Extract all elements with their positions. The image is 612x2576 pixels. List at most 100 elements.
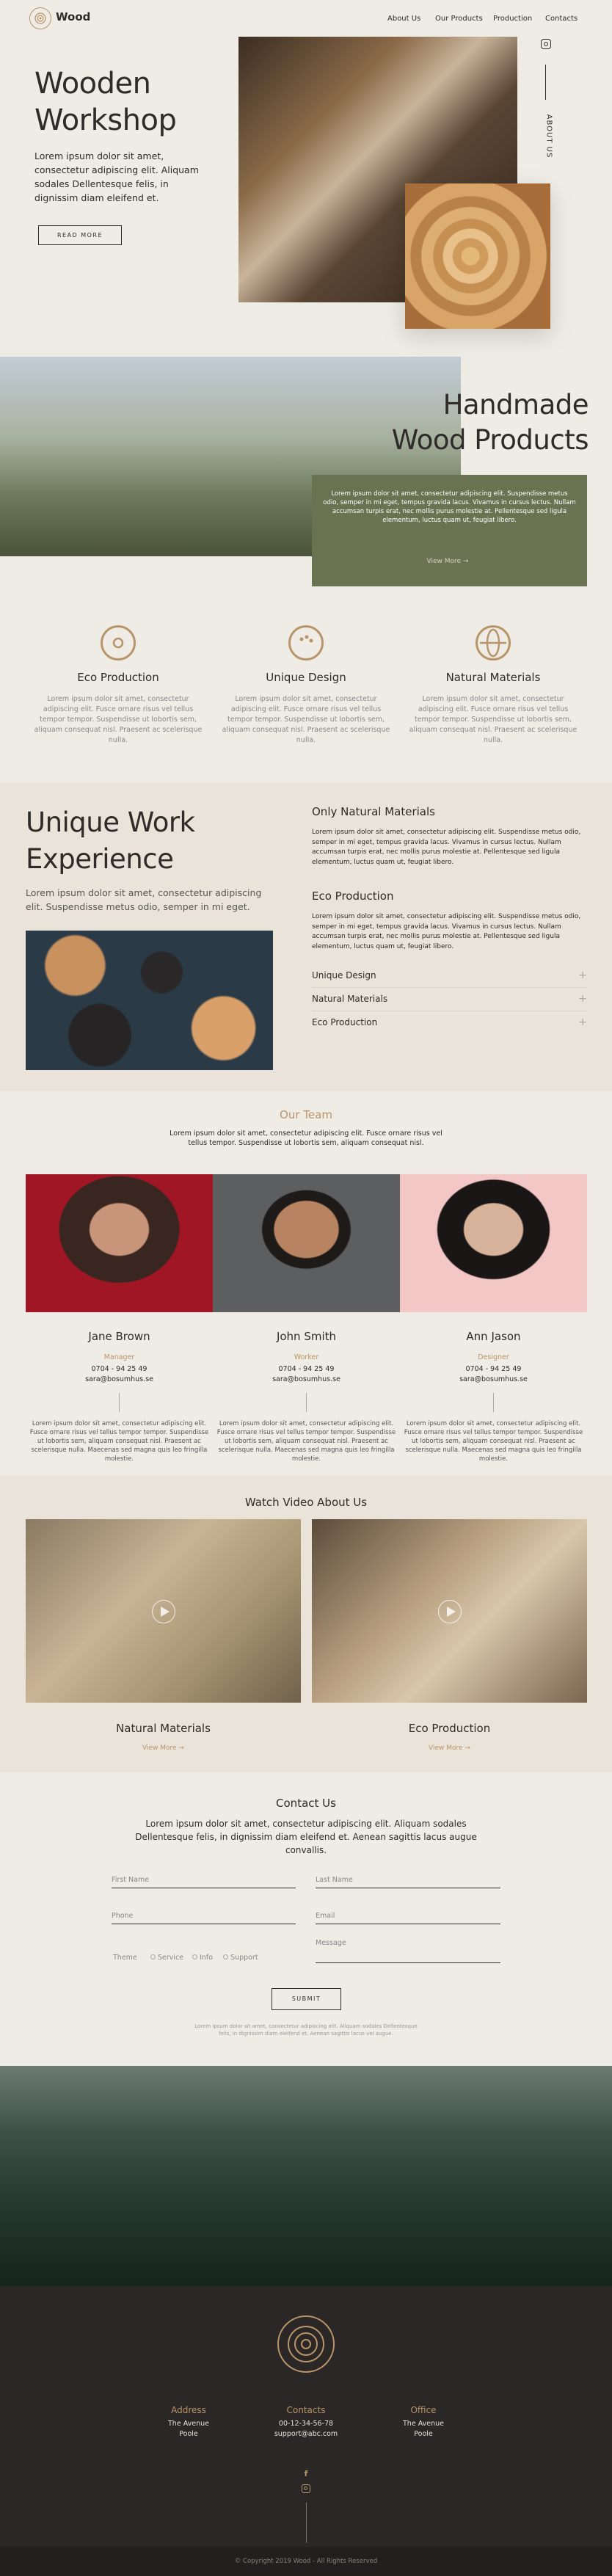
experience-block2-text: Lorem ipsum dolor sit amet, consectetur … bbox=[312, 913, 581, 950]
contact-title: Contact Us bbox=[276, 1797, 336, 1810]
accordion-item-natural-materials[interactable]: Natural Materials + bbox=[312, 988, 587, 1011]
nav-contacts[interactable]: Contacts bbox=[545, 15, 578, 23]
member-email-ann[interactable]: sara@bosumhus.se bbox=[400, 1375, 587, 1385]
plus-icon: + bbox=[578, 1016, 587, 1028]
video-title-natural: Natural Materials bbox=[116, 1722, 211, 1735]
instagram-icon[interactable] bbox=[541, 39, 551, 49]
instagram-icon[interactable] bbox=[302, 2484, 310, 2493]
radio-icon[interactable] bbox=[150, 1954, 156, 1960]
nav-about-us[interactable]: About Us bbox=[387, 15, 420, 23]
video-title-eco: Eco Production bbox=[408, 1722, 491, 1735]
theme-option-support[interactable]: Support bbox=[223, 1954, 258, 1962]
theme-option-service[interactable]: Service bbox=[150, 1954, 183, 1962]
member-phone-ann: 0704 - 94 25 49 bbox=[465, 1365, 522, 1373]
experience-title-line1: Unique Work bbox=[26, 807, 195, 838]
footer-phone[interactable]: 00-12-34-56-78 bbox=[262, 2419, 350, 2429]
footer-address-line2: Poole bbox=[179, 2430, 198, 2438]
hero-text: Lorem ipsum dolor sit amet, consectetur … bbox=[34, 150, 199, 203]
footer-address-line1: The Avenue bbox=[168, 2420, 209, 2428]
feature-text-design: Lorem ipsum dolor sit amet, consectetur … bbox=[222, 695, 390, 744]
member-name-john: John Smith bbox=[276, 1330, 337, 1343]
video-view-more-eco[interactable]: View More → bbox=[312, 1744, 587, 1752]
palette-icon bbox=[288, 625, 324, 661]
nav-production[interactable]: Production bbox=[493, 15, 532, 23]
feature-title-eco: Eco Production bbox=[77, 671, 159, 684]
member-role-ann: Designer bbox=[478, 1353, 509, 1361]
theme-option-label: Info bbox=[200, 1954, 214, 1962]
member-email-jane[interactable]: sara@bosumhus.se bbox=[26, 1375, 213, 1385]
team-text: Lorem ipsum dolor sit amet, consectetur … bbox=[170, 1129, 442, 1147]
theme-label: Theme bbox=[113, 1954, 137, 1962]
facebook-icon[interactable]: f bbox=[302, 2469, 310, 2478]
handmade-title-line2: Wood Products bbox=[391, 424, 589, 456]
contact-text: Lorem ipsum dolor sit amet, consectetur … bbox=[135, 1819, 477, 1855]
side-divider bbox=[545, 65, 546, 100]
copyright-text: © Copyright 2019 Wood - All Rights Reser… bbox=[234, 2558, 378, 2565]
submit-button[interactable]: SUBMIT bbox=[272, 1988, 341, 2010]
member-bio-john: Lorem ipsum dolor sit amet, consectetur … bbox=[216, 1420, 396, 1463]
footer-divider bbox=[306, 2503, 307, 2543]
handmade-title-line1: Handmade bbox=[442, 389, 589, 421]
member-photo-jane bbox=[26, 1174, 213, 1312]
globe-icon bbox=[476, 625, 511, 661]
read-more-button[interactable]: READ MORE bbox=[38, 225, 122, 245]
footer-address-title: Address bbox=[171, 2405, 206, 2415]
video-thumbnail-natural[interactable] bbox=[26, 1519, 301, 1703]
logo-icon[interactable] bbox=[29, 7, 51, 29]
accordion-item-eco-production[interactable]: Eco Production + bbox=[312, 1011, 587, 1035]
arrow-right-icon: → bbox=[465, 1744, 470, 1752]
handmade-view-more-label: View More bbox=[426, 558, 462, 565]
theme-option-info[interactable]: Info bbox=[192, 1954, 213, 1962]
member-bio-ann: Lorem ipsum dolor sit amet, consectetur … bbox=[404, 1420, 583, 1463]
feature-title-design: Unique Design bbox=[266, 671, 346, 684]
experience-text: Lorem ipsum dolor sit amet, consectetur … bbox=[26, 887, 262, 912]
message-field[interactable]: Message bbox=[316, 1939, 500, 1963]
footer-logo-icon[interactable] bbox=[277, 2315, 335, 2373]
member-email-john[interactable]: sara@bosumhus.se bbox=[213, 1375, 400, 1385]
feature-title-natural: Natural Materials bbox=[445, 671, 541, 684]
footer-email[interactable]: support@abc.com bbox=[262, 2429, 350, 2439]
arrow-right-icon: → bbox=[178, 1744, 184, 1752]
member-divider bbox=[306, 1393, 307, 1412]
arrow-right-icon: → bbox=[462, 558, 469, 565]
gear-icon bbox=[101, 625, 136, 661]
accordion-label: Natural Materials bbox=[312, 994, 388, 1004]
footer-office-line1: The Avenue bbox=[403, 2420, 444, 2428]
team-title: Our Team bbox=[280, 1108, 332, 1121]
video-title: Watch Video About Us bbox=[244, 1496, 368, 1509]
last-name-field[interactable]: Last Name bbox=[316, 1876, 500, 1888]
feature-text-natural: Lorem ipsum dolor sit amet, consectetur … bbox=[409, 695, 578, 744]
play-icon[interactable] bbox=[152, 1600, 175, 1623]
experience-block1-text: Lorem ipsum dolor sit amet, consectetur … bbox=[312, 829, 581, 866]
member-phone-john: 0704 - 94 25 49 bbox=[278, 1365, 335, 1373]
email-field[interactable]: Email bbox=[316, 1912, 500, 1924]
header: Wood About Us Our Products Production Co… bbox=[0, 0, 612, 37]
theme-option-label: Service bbox=[158, 1954, 184, 1962]
phone-field[interactable]: Phone bbox=[112, 1912, 296, 1924]
nav-our-products[interactable]: Our Products bbox=[435, 15, 483, 23]
radio-icon[interactable] bbox=[223, 1954, 228, 1960]
handmade-text: Lorem ipsum dolor sit amet, consectetur … bbox=[323, 490, 576, 524]
accordion-item-unique-design[interactable]: Unique Design + bbox=[312, 964, 587, 988]
about-us-side-label[interactable]: ABOUT US bbox=[545, 107, 553, 166]
contact-note: Lorem ipsum dolor sit amet, consectetur … bbox=[194, 2023, 418, 2037]
handmade-view-more-link[interactable]: View More → bbox=[411, 558, 484, 565]
radio-icon[interactable] bbox=[192, 1954, 197, 1960]
member-phone-jane: 0704 - 94 25 49 bbox=[91, 1365, 147, 1373]
play-icon[interactable] bbox=[438, 1600, 462, 1623]
member-divider bbox=[119, 1393, 120, 1412]
video-view-more-natural[interactable]: View More → bbox=[26, 1744, 301, 1752]
hero-image-stump bbox=[405, 183, 550, 329]
feature-text-eco: Lorem ipsum dolor sit amet, consectetur … bbox=[34, 695, 203, 744]
member-photo-john bbox=[213, 1174, 400, 1312]
experience-block1-title: Only Natural Materials bbox=[312, 805, 435, 818]
first-name-field[interactable]: First Name bbox=[112, 1876, 296, 1888]
footer-contacts-title: Contacts bbox=[286, 2405, 326, 2415]
member-photo-ann bbox=[400, 1174, 587, 1312]
video-thumbnail-eco[interactable] bbox=[312, 1519, 587, 1703]
plus-icon: + bbox=[578, 969, 587, 981]
member-bio-jane: Lorem ipsum dolor sit amet, consectetur … bbox=[29, 1420, 209, 1463]
forest-banner-image bbox=[0, 2066, 612, 2286]
logo-text[interactable]: Wood bbox=[56, 10, 90, 23]
member-name-ann: Ann Jason bbox=[466, 1330, 521, 1343]
